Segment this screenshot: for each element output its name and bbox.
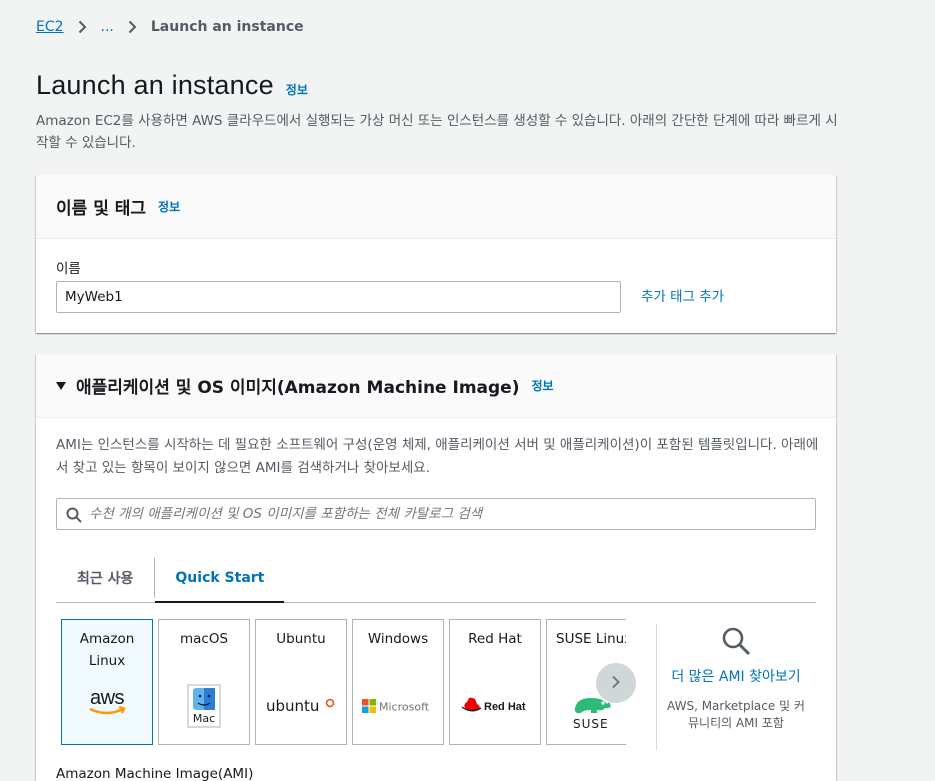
ami-title: 애플리케이션 및 OS 이미지(Amazon Machine Image)	[76, 378, 520, 398]
ami-search-box[interactable]	[56, 498, 816, 530]
svg-text:Microsoft: Microsoft	[379, 701, 430, 714]
os-card-label: Ubuntu	[276, 631, 326, 647]
os-card-row: Amazon Linux aws macOS Mac Ubuntu ubuntu…	[61, 619, 631, 745]
ami-header[interactable]: 애플리케이션 및 OS 이미지(Amazon Machine Image) 정보	[36, 354, 836, 418]
svg-text:Red Hat: Red Hat	[484, 701, 526, 713]
add-tags-link[interactable]: 추가 태그 추가	[641, 285, 724, 305]
os-card-red-hat[interactable]: Red Hat Red Hat	[449, 619, 541, 745]
finder-logo-icon: Mac	[159, 684, 249, 728]
search-icon	[66, 507, 82, 527]
browse-more-ami-subtext: AWS, Marketplace 및 커뮤니티의 AMI 포함	[667, 699, 805, 730]
os-card-label: Windows	[367, 631, 429, 647]
os-card-macos[interactable]: macOS Mac	[158, 619, 250, 745]
name-tags-info-link[interactable]: 정보	[158, 198, 180, 215]
breadcrumb: EC2 ... Launch an instance	[36, 19, 304, 35]
ami-description: AMI는 인스턴스를 시작하는 데 필요한 소프트웨어 구성(운영 체제, 애플…	[56, 437, 819, 476]
ami-select-label: Amazon Machine Image(AMI)	[56, 766, 254, 781]
page-title: Launch an instance	[36, 70, 274, 100]
os-card-label: macOS	[179, 631, 229, 647]
ami-search-input[interactable]	[89, 506, 815, 522]
microsoft-logo-icon: Microsoft	[353, 698, 443, 714]
carousel-next-button[interactable]	[596, 663, 636, 703]
ami-tabs: 최근 사용 Quick Start	[56, 554, 816, 603]
vertical-divider	[656, 624, 657, 750]
search-icon	[666, 626, 806, 660]
breadcrumb-ellipsis-link[interactable]: ...	[101, 19, 114, 35]
ami-panel: 애플리케이션 및 OS 이미지(Amazon Machine Image) 정보…	[36, 354, 836, 781]
ubuntu-logo-icon: ubuntu	[256, 696, 346, 716]
name-input[interactable]	[56, 281, 621, 313]
page-description: Amazon EC2를 사용하면 AWS 클라우드에서 실행되는 가상 머신 또…	[36, 113, 838, 151]
svg-text:ubuntu: ubuntu	[266, 697, 319, 715]
ami-info-link[interactable]: 정보	[531, 377, 553, 394]
page-info-link[interactable]: 정보	[286, 81, 308, 98]
os-card-label: Amazon Linux	[79, 631, 135, 669]
breadcrumb-current: Launch an instance	[150, 19, 304, 35]
name-tags-title: 이름 및 태그	[56, 199, 147, 219]
aws-logo-icon: aws	[62, 688, 152, 718]
svg-text:SUSE: SUSE	[573, 717, 609, 730]
tab-recent[interactable]: 최근 사용	[56, 558, 156, 598]
name-tags-panel: 이름 및 태그 정보 이름 추가 태그 추가	[36, 175, 836, 333]
svg-text:Mac: Mac	[193, 712, 215, 725]
chevron-right-icon	[611, 674, 621, 693]
caret-down-icon[interactable]	[56, 381, 66, 390]
browse-more-ami: 더 많은 AMI 찾아보기 AWS, Marketplace 및 커뮤니티의 A…	[666, 624, 806, 732]
tab-quick-start[interactable]: Quick Start	[155, 554, 285, 603]
os-card-ubuntu[interactable]: Ubuntu ubuntu	[255, 619, 347, 745]
os-card-amazon-linux[interactable]: Amazon Linux aws	[61, 619, 153, 745]
svg-text:aws: aws	[90, 688, 125, 709]
browse-more-ami-link[interactable]: 더 많은 AMI 찾아보기	[671, 669, 800, 685]
chevron-right-icon	[78, 20, 87, 34]
chevron-right-icon	[128, 20, 137, 34]
breadcrumb-ec2-link[interactable]: EC2	[36, 19, 64, 35]
os-card-label: SUSE Linux	[556, 631, 626, 647]
os-card-windows[interactable]: Windows Microsoft	[352, 619, 444, 745]
page-header: Launch an instance 정보	[36, 70, 308, 101]
os-card-label: Red Hat	[468, 631, 522, 647]
redhat-logo-icon: Red Hat	[450, 696, 540, 716]
name-field-label: 이름	[56, 261, 81, 277]
name-tags-header: 이름 및 태그 정보	[36, 175, 836, 239]
